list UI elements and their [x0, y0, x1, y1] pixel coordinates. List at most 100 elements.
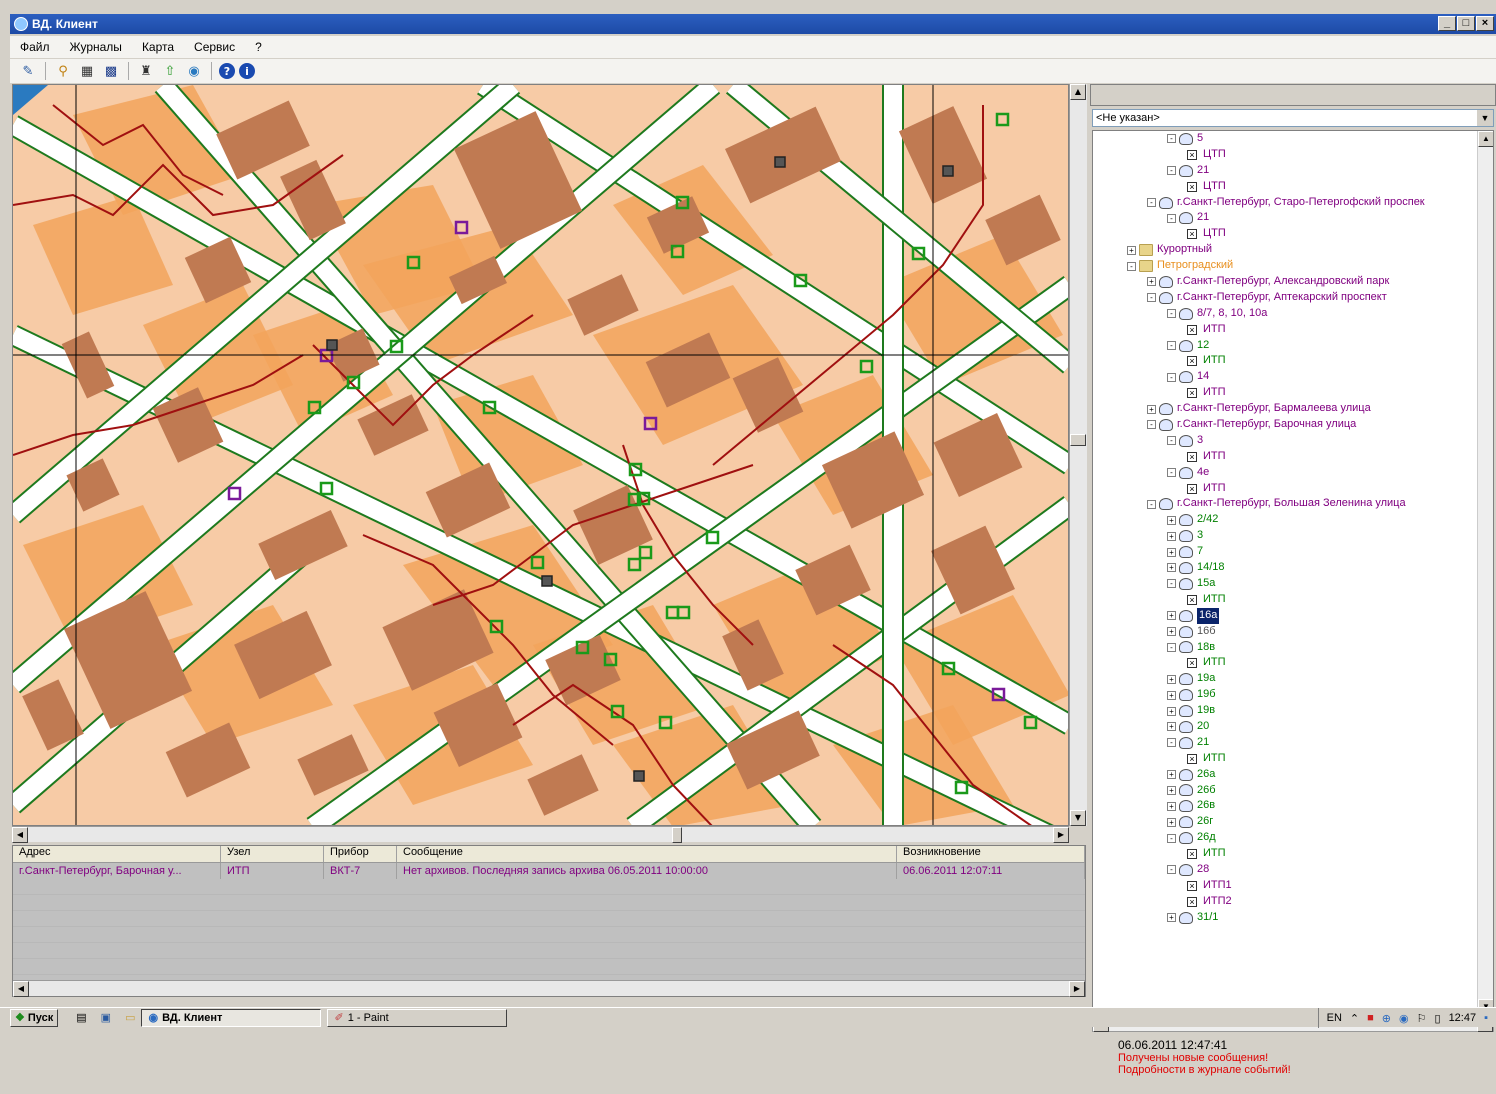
- tree-node[interactable]: +16а: [1093, 607, 1493, 624]
- column-header-message[interactable]: Сообщение: [397, 846, 897, 862]
- tree-node[interactable]: +19б: [1093, 687, 1493, 703]
- expand-icon[interactable]: +: [1167, 785, 1176, 795]
- scroll-right-button[interactable]: ▶: [1053, 827, 1069, 843]
- collapse-icon[interactable]: -: [1167, 436, 1176, 446]
- minimize-button[interactable]: _: [1438, 16, 1456, 31]
- tree-node[interactable]: - 18в: [1093, 640, 1493, 656]
- search-icon[interactable]: ♜: [136, 61, 156, 81]
- scroll-down-button[interactable]: ▼: [1070, 810, 1086, 826]
- expand-icon[interactable]: +: [1167, 770, 1176, 780]
- collapse-icon[interactable]: -: [1167, 309, 1176, 319]
- menu-journals[interactable]: Журналы: [60, 40, 132, 54]
- tree-node[interactable]: - 21: [1093, 735, 1493, 751]
- menu-help[interactable]: ?: [245, 40, 272, 54]
- tree-node[interactable]: - 8/7, 8, 10, 10а: [1093, 306, 1493, 322]
- edit-icon[interactable]: ✎: [18, 61, 38, 81]
- tree-node[interactable]: × ИТП: [1093, 655, 1493, 671]
- show-desktop-icon[interactable]: ▪: [1484, 1012, 1488, 1024]
- expand-icon[interactable]: +: [1167, 706, 1176, 716]
- tree-node[interactable]: + Курортный: [1093, 242, 1493, 258]
- tree-node[interactable]: - 26д: [1093, 830, 1493, 846]
- expand-icon[interactable]: +: [1167, 674, 1176, 684]
- expand-icon[interactable]: +: [1167, 690, 1176, 700]
- language-indicator[interactable]: EN: [1327, 1012, 1342, 1024]
- tree-node[interactable]: × ИТП: [1093, 481, 1493, 497]
- scroll-thumb[interactable]: [1070, 434, 1086, 446]
- column-header-node[interactable]: Узел: [221, 846, 324, 862]
- collapse-icon[interactable]: -: [1147, 293, 1156, 303]
- expand-icon[interactable]: +: [1167, 722, 1176, 732]
- tree-node[interactable]: - 4е: [1093, 465, 1493, 481]
- tray-alert-icon[interactable]: ■: [1367, 1012, 1374, 1024]
- menu-map[interactable]: Карта: [132, 40, 184, 54]
- tree-node[interactable]: + г.Санкт-Петербург, Александровский парк: [1093, 274, 1493, 290]
- chevron-down-icon[interactable]: ▼: [1477, 110, 1493, 126]
- task-paint[interactable]: ✐ 1 - Paint: [327, 1008, 508, 1027]
- title-bar[interactable]: ВД. Клиент _ □ ×: [10, 14, 1496, 34]
- quicklaunch-explorer-icon[interactable]: ▭: [125, 1011, 135, 1024]
- tray-volume-icon[interactable]: ▯: [1435, 1012, 1441, 1025]
- expand-icon[interactable]: +: [1167, 515, 1176, 525]
- menu-service[interactable]: Сервис: [184, 40, 245, 54]
- collapse-icon[interactable]: -: [1147, 198, 1156, 207]
- collapse-icon[interactable]: -: [1167, 341, 1176, 351]
- collapse-icon[interactable]: -: [1127, 261, 1136, 271]
- collapse-icon[interactable]: -: [1167, 468, 1176, 478]
- collapse-icon[interactable]: -: [1147, 499, 1156, 509]
- expand-icon[interactable]: +: [1167, 531, 1176, 541]
- expand-icon[interactable]: +: [1167, 817, 1176, 827]
- start-button[interactable]: ❖ Пуск: [10, 1008, 59, 1027]
- scroll-left-button[interactable]: ◀: [12, 827, 28, 843]
- table-row[interactable]: г.Санкт-Петербург, Барочная у... ИТП ВКТ…: [13, 863, 1085, 879]
- collapse-icon[interactable]: -: [1147, 420, 1156, 430]
- expand-icon[interactable]: +: [1167, 563, 1176, 573]
- object-tree[interactable]: -5 × ЦТП -21 × ЦТП - г.Санкт-Петербург, Старо-П…: [1092, 130, 1494, 1016]
- district-select[interactable]: <Не указан> ▼: [1092, 109, 1494, 127]
- tree-node[interactable]: - 28: [1093, 862, 1493, 878]
- map-icon[interactable]: ▩: [101, 61, 121, 81]
- tree-node[interactable]: +20: [1093, 719, 1493, 735]
- close-button[interactable]: ×: [1476, 16, 1494, 31]
- tree-node[interactable]: × ИТП: [1093, 592, 1493, 608]
- tree-node[interactable]: - г.Санкт-Петербург, Большая Зеленина ули…: [1093, 496, 1493, 512]
- collapse-icon[interactable]: -: [1167, 134, 1176, 144]
- tree-node[interactable]: +26а: [1093, 767, 1493, 783]
- tree-node[interactable]: - г.Санкт-Петербург, Аптекарский проспект: [1093, 290, 1493, 306]
- tree-node[interactable]: -5: [1093, 131, 1493, 147]
- tree-node[interactable]: × ИТП: [1093, 846, 1493, 862]
- tree-node[interactable]: +16б: [1093, 624, 1493, 640]
- layers-icon[interactable]: ▦: [77, 61, 97, 81]
- tree-node[interactable]: - 21: [1093, 163, 1493, 179]
- column-header-address[interactable]: Адрес: [13, 846, 221, 862]
- scroll-right-button[interactable]: ▶: [1069, 981, 1085, 997]
- tree-node[interactable]: - г.Санкт-Петербург, Старо-Петергофский п…: [1093, 195, 1493, 211]
- expand-icon[interactable]: +: [1127, 245, 1136, 255]
- tree-vertical-scrollbar[interactable]: ▲ ▼: [1477, 131, 1493, 1015]
- expand-icon[interactable]: +: [1167, 913, 1176, 923]
- collapse-icon[interactable]: -: [1167, 372, 1176, 382]
- events-horizontal-scrollbar[interactable]: ◀ ▶: [13, 980, 1085, 997]
- tree-node[interactable]: + г.Санкт-Петербург, Бармалеева улица: [1093, 401, 1493, 417]
- tree-node[interactable]: +2/42: [1093, 512, 1493, 528]
- map-view[interactable]: [12, 84, 1069, 826]
- tree-node[interactable]: +14/18: [1093, 560, 1493, 576]
- tree-node[interactable]: × ИТП2: [1093, 894, 1493, 910]
- expand-icon[interactable]: +: [1147, 404, 1156, 414]
- task-vd-client[interactable]: ◉ ВД. Клиент: [141, 1008, 322, 1027]
- column-header-device[interactable]: Прибор: [324, 846, 397, 862]
- expand-icon[interactable]: +: [1167, 611, 1176, 621]
- quicklaunch-console-icon[interactable]: ▣: [101, 1011, 111, 1024]
- tree-node[interactable]: +7: [1093, 544, 1493, 560]
- tree-node[interactable]: × ЦТП: [1093, 179, 1493, 195]
- quicklaunch-desktop-icon[interactable]: ▤: [76, 1011, 86, 1024]
- tree-node[interactable]: - г.Санкт-Петербург, Барочная улица: [1093, 417, 1493, 433]
- tree-node[interactable]: +19а: [1093, 671, 1493, 687]
- tree-node[interactable]: × ЦТП: [1093, 226, 1493, 242]
- collapse-icon[interactable]: -: [1167, 642, 1176, 652]
- tree-node[interactable]: × ИТП1: [1093, 878, 1493, 894]
- expand-icon[interactable]: +: [1167, 801, 1176, 811]
- tree-node[interactable]: - 21: [1093, 210, 1493, 226]
- menu-file[interactable]: Файл: [10, 40, 60, 54]
- tray-flag-icon[interactable]: ⚐: [1417, 1012, 1427, 1025]
- tree-node[interactable]: +26в: [1093, 798, 1493, 814]
